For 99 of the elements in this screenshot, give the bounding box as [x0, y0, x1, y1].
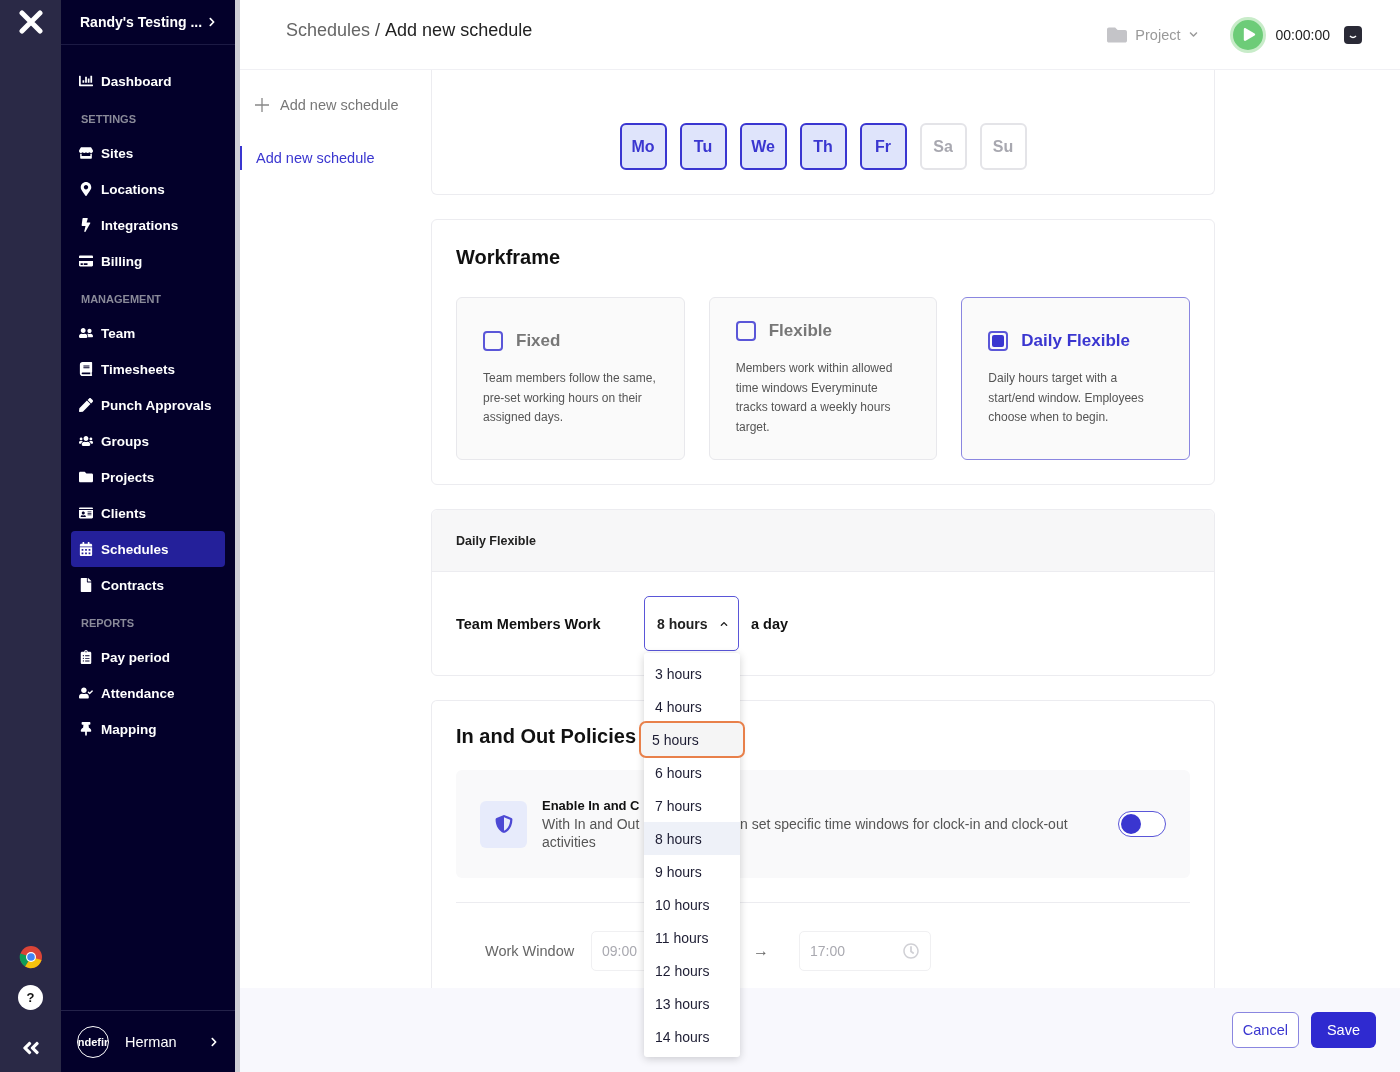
dropdown-option[interactable]: 3 hours [644, 657, 740, 690]
breadcrumb-separator: / [375, 20, 381, 41]
app-icon[interactable] [1344, 25, 1362, 44]
suffix-text: a day [751, 615, 789, 632]
chevron-down-icon [1188, 30, 1198, 39]
nav-item[interactable]: Attendance [71, 675, 225, 711]
policy-description: n set specific time windows for clock-in and clock-out [740, 815, 1069, 833]
plus-icon [254, 97, 270, 113]
pencil-icon [79, 398, 93, 412]
checkbox[interactable] [735, 321, 756, 341]
nav-item[interactable]: Dashboard [71, 63, 225, 99]
user-check-icon [79, 686, 93, 700]
dropdown-option[interactable]: 10 hours [644, 888, 740, 921]
dropdown-option[interactable]: 11 hours [644, 921, 740, 954]
nav-item[interactable]: Schedules [71, 531, 225, 567]
store-icon [79, 146, 93, 160]
dropdown-option[interactable]: 5 hours [641, 723, 743, 756]
workframe-option[interactable]: Flexible Members work within allowed time windows Everyminute tracks toward a weekly hours target. [708, 297, 938, 460]
day-toggle[interactable]: Fr [859, 123, 907, 170]
chevron-right-icon[interactable] [209, 1036, 219, 1047]
policy-title: Enable In and C [542, 797, 641, 815]
option-title: Flexible [768, 321, 832, 341]
nav-item[interactable]: Pay period [71, 639, 225, 675]
chevron-up-icon [720, 619, 728, 628]
day-toggle[interactable]: Th [799, 123, 847, 170]
nav-item[interactable]: Team [71, 315, 225, 351]
dropdown-option[interactable]: 8 hours [644, 822, 740, 855]
nav-item[interactable]: Clients [71, 495, 225, 531]
map-pin-icon [79, 182, 93, 196]
toggle-switch[interactable] [1118, 811, 1166, 837]
day-toggle[interactable]: Mo [619, 123, 667, 170]
section-title: In and Out Policies [456, 725, 637, 748]
section-heading: SETTINGS [80, 112, 137, 127]
day-toggle[interactable]: We [739, 123, 787, 170]
option-title: Fixed [516, 331, 561, 351]
arrow-text: → [753, 942, 769, 960]
policy-description: With In and Out [542, 815, 641, 833]
pin-icon [79, 722, 93, 736]
field-label: Team Members Work [456, 615, 602, 632]
workframe-option[interactable]: Fixed Team members follow the same, pre-set working hours on their assigned days. [456, 297, 685, 460]
card-icon [79, 254, 93, 268]
shield-icon [480, 800, 527, 848]
dropdown-option[interactable]: 6 hours [644, 756, 740, 789]
clock-icon [903, 943, 919, 959]
nav-item[interactable]: Contracts [71, 567, 225, 603]
option-title: Daily Flexible [1021, 331, 1130, 351]
nav-item[interactable]: Mapping [71, 711, 225, 747]
book-icon [79, 362, 93, 376]
card-header-title: Daily Flexible [456, 533, 536, 548]
add-schedule-button[interactable]: Add new schedule [240, 94, 413, 116]
nav-item[interactable]: Punch Approvals [71, 387, 225, 423]
option-description: Daily hours target with a start/end window. Employees choose when to begin. [988, 370, 1145, 426]
people-icon [79, 326, 93, 340]
dropdown-option[interactable]: 9 hours [644, 855, 740, 888]
nav-item[interactable]: Projects [71, 459, 225, 495]
option-description: Team members follow the same, pre-set working hours on their assigned days. [483, 370, 657, 426]
policy-description: activities [542, 833, 597, 851]
nav-item[interactable]: Sites [71, 135, 225, 171]
play-icon [1242, 28, 1256, 41]
checkbox[interactable] [988, 331, 1009, 351]
file-icon [79, 578, 93, 592]
field-label: Work Window [485, 943, 576, 959]
end-time-field[interactable]: 17:00 [799, 931, 931, 971]
day-toggle[interactable]: Tu [679, 123, 727, 170]
nav-item[interactable]: Locations [71, 171, 225, 207]
hours-select[interactable]: 8 hours [644, 596, 739, 651]
organization-switcher[interactable]: Randy's Testing ... [61, 0, 235, 45]
group-icon [79, 434, 93, 448]
page-title: Add new schedule [385, 20, 533, 41]
folder-icon [79, 470, 93, 484]
nav-item[interactable]: Groups [71, 423, 225, 459]
browser-icon[interactable] [18, 945, 43, 969]
timer: 00:00:00 [1275, 26, 1330, 43]
section-title: Workframe [456, 246, 561, 269]
nav-item[interactable]: Integrations [71, 207, 225, 243]
dropdown-option[interactable]: 7 hours [644, 789, 740, 822]
cancel-button[interactable]: Cancel [1231, 1012, 1299, 1048]
help-button[interactable]: ? [18, 985, 43, 1010]
id-card-icon [79, 506, 93, 520]
save-button[interactable]: Save [1310, 1012, 1376, 1048]
section-heading: MANAGEMENT [80, 292, 163, 307]
nav-item[interactable]: Billing [71, 243, 225, 279]
breadcrumb-link[interactable]: Schedules [286, 20, 371, 41]
logo-icon[interactable] [18, 10, 43, 34]
dropdown-option[interactable]: 4 hours [644, 690, 740, 723]
dropdown-option[interactable]: 12 hours [644, 954, 740, 987]
workframe-option[interactable]: Daily Flexible Daily hours target with a start/end window. Employees choose when to begin. [961, 297, 1190, 460]
section-heading: REPORTS [80, 616, 136, 631]
nav-item[interactable]: Timesheets [71, 351, 225, 387]
lightning-icon [79, 218, 93, 232]
dropdown-option[interactable]: 13 hours [644, 987, 740, 1020]
dropdown-option[interactable]: 14 hours [644, 1020, 740, 1053]
chart-icon [79, 74, 93, 88]
checkbox[interactable] [483, 331, 503, 351]
calendar-icon [79, 542, 93, 556]
chevron-right-icon [207, 17, 217, 27]
option-description: Members work within allowed time windows Everyminute tracks toward a weekly hours target. [735, 360, 894, 436]
user-name[interactable]: Herman [125, 1033, 193, 1050]
clipboard-icon [79, 650, 93, 664]
